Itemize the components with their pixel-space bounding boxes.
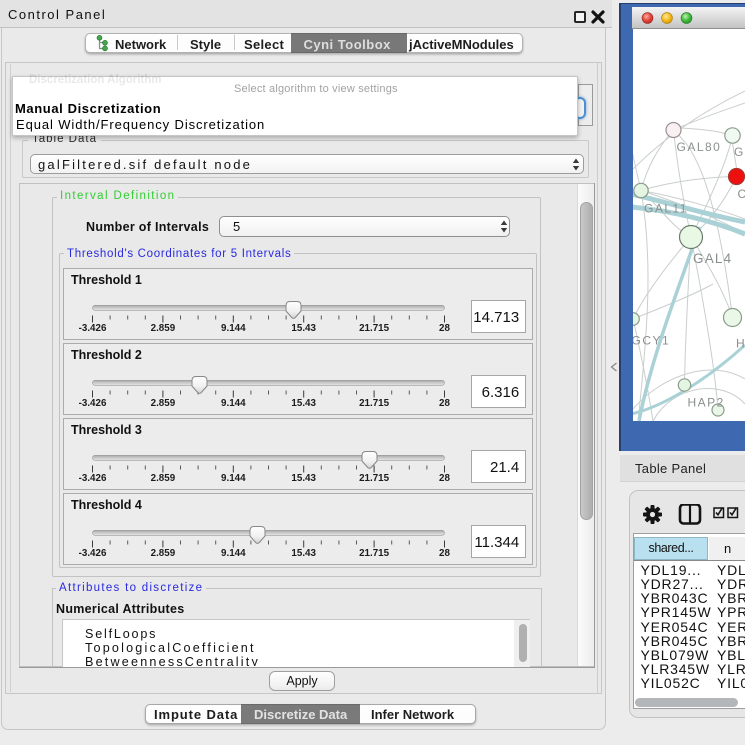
svg-text:21.715: 21.715 — [359, 398, 390, 409]
svg-text:GCY1: GCY1 — [633, 334, 670, 348]
svg-text:9.144: 9.144 — [221, 548, 246, 559]
svg-text:15.43: 15.43 — [291, 398, 316, 409]
svg-text:2.859: 2.859 — [150, 548, 175, 559]
svg-text:GAL11: GAL11 — [644, 202, 688, 216]
svg-text:15.43: 15.43 — [291, 548, 316, 559]
svg-text:28: 28 — [439, 548, 450, 559]
svg-text:9.144: 9.144 — [221, 398, 246, 409]
svg-text:C: C — [738, 187, 745, 201]
svg-text:28: 28 — [439, 398, 450, 409]
svg-text:-3.426: -3.426 — [78, 323, 106, 334]
svg-text:GA: GA — [734, 145, 745, 159]
svg-text:2.859: 2.859 — [150, 398, 175, 409]
svg-text:15.43: 15.43 — [291, 323, 316, 334]
svg-text:9.144: 9.144 — [221, 323, 246, 334]
svg-text:-3.426: -3.426 — [78, 473, 106, 484]
svg-text:2.859: 2.859 — [150, 323, 175, 334]
svg-text:21.715: 21.715 — [359, 548, 390, 559]
svg-text:GAL4: GAL4 — [693, 251, 732, 266]
svg-text:28: 28 — [439, 323, 450, 334]
svg-text:15.43: 15.43 — [291, 473, 316, 484]
svg-text:28: 28 — [439, 473, 450, 484]
svg-text:9.144: 9.144 — [221, 473, 246, 484]
svg-text:21.715: 21.715 — [359, 323, 390, 334]
svg-text:GAL80: GAL80 — [677, 140, 722, 154]
svg-text:2.859: 2.859 — [150, 473, 175, 484]
svg-text:21.715: 21.715 — [359, 473, 390, 484]
svg-text:-3.426: -3.426 — [78, 398, 106, 409]
svg-text:-3.426: -3.426 — [78, 548, 106, 559]
svg-text:H: H — [736, 337, 745, 351]
svg-text:HAP2: HAP2 — [688, 396, 725, 410]
